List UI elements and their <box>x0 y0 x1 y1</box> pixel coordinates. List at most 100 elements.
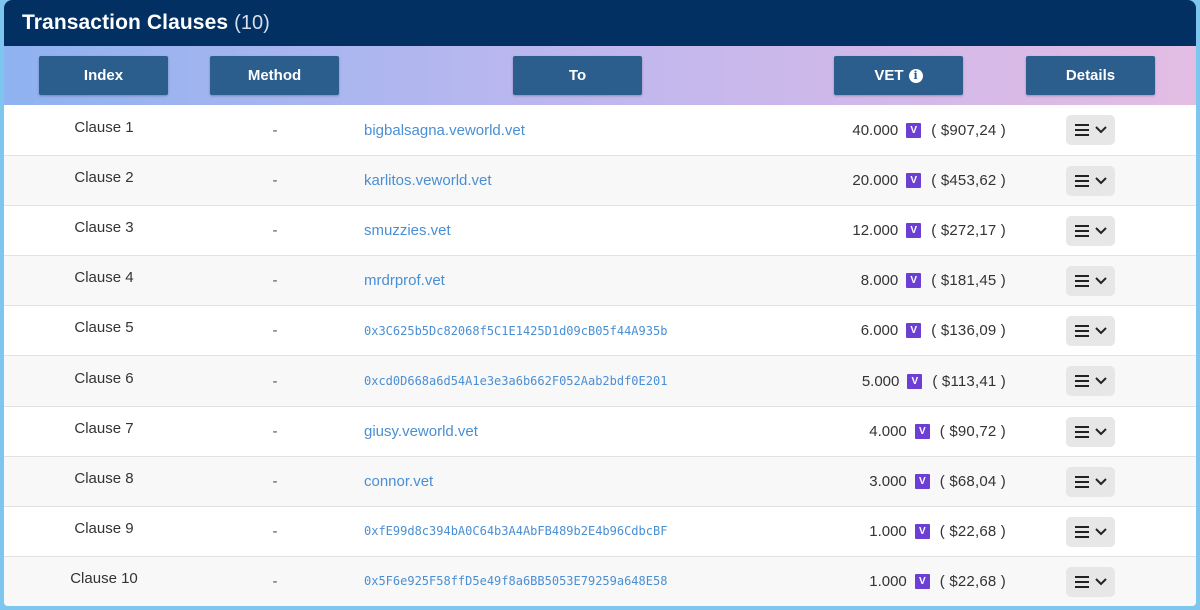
vet-amount-cell: 40.000 V ( $907,24 ) <box>852 105 1006 155</box>
to-column-header[interactable]: To <box>513 56 642 95</box>
usd-value: ( $90,72 ) <box>939 422 1006 440</box>
details-dropdown-button[interactable] <box>1066 516 1115 547</box>
vet-amount-cell: 8.000 V ( $181,45 ) <box>861 256 1006 305</box>
table-row: Clause 5 - 0x3C625b5Dc82068f5C1E1425D1d0… <box>4 305 1196 355</box>
vet-token-icon: V <box>906 173 922 189</box>
details-dropdown-button[interactable] <box>1066 416 1115 447</box>
details-dropdown-button[interactable] <box>1066 566 1115 597</box>
vet-column-header[interactable]: VET i <box>834 56 963 95</box>
clause-count: (10) <box>234 11 270 34</box>
chevron-down-icon <box>1094 427 1107 435</box>
menu-icon <box>1074 275 1089 288</box>
usd-value: ( $22,68 ) <box>939 522 1006 540</box>
table-row: Clause 6 - 0xcd0D668a6d54A1e3e3a6b662F05… <box>4 355 1196 406</box>
method-header-label: Method <box>247 67 302 84</box>
recipient-link[interactable]: bigbalsagna.veworld.vet <box>364 105 525 155</box>
menu-icon <box>1074 225 1089 238</box>
clause-method: - <box>272 522 278 540</box>
menu-icon <box>1074 375 1089 388</box>
menu-icon <box>1074 575 1089 588</box>
recipient-link[interactable]: 0xfE99d8c394bA0C64b3A4AbFB489b2E4b96Cdbc… <box>364 507 667 556</box>
clause-index: Clause 4 <box>74 269 134 287</box>
clause-method: - <box>272 121 278 139</box>
usd-value: ( $272,17 ) <box>931 222 1006 240</box>
vet-amount: 5.000 <box>861 372 900 390</box>
vet-amount-cell: 4.000 V ( $90,72 ) <box>869 407 1006 456</box>
vet-amount-cell: 3.000 V ( $68,04 ) <box>869 457 1006 506</box>
vet-amount-cell: 20.000 V ( $453,62 ) <box>852 156 1006 205</box>
vet-amount: 1.000 <box>869 522 907 540</box>
clause-index: Clause 10 <box>70 569 138 587</box>
clause-index: Clause 7 <box>74 419 134 437</box>
vet-amount-cell: 1.000 V ( $22,68 ) <box>869 557 1006 606</box>
info-icon[interactable]: i <box>908 68 923 83</box>
details-dropdown-button[interactable] <box>1066 166 1115 197</box>
recipient-link[interactable]: karlitos.veworld.vet <box>364 156 492 205</box>
chevron-down-icon <box>1094 277 1107 285</box>
vet-amount: 12.000 <box>852 222 899 240</box>
vet-token-icon: V <box>906 273 922 289</box>
details-column-header[interactable]: Details <box>1026 56 1155 95</box>
chevron-down-icon <box>1094 528 1107 536</box>
usd-value: ( $181,45 ) <box>931 272 1006 290</box>
recipient-link[interactable]: 0x3C625b5Dc82068f5C1E1425D1d09cB05f44A93… <box>364 306 667 355</box>
chevron-down-icon <box>1094 377 1107 385</box>
vet-amount-cell: 12.000 V ( $272,17 ) <box>852 206 1006 255</box>
recipient-link[interactable]: giusy.veworld.vet <box>364 407 478 456</box>
vet-token-icon: V <box>906 122 922 138</box>
vet-amount: 3.000 <box>869 472 907 490</box>
vet-amount: 40.000 <box>852 121 899 139</box>
transaction-clauses-panel: Transaction Clauses (10) Index Method To… <box>4 0 1196 606</box>
menu-icon <box>1074 475 1089 488</box>
usd-value: ( $113,41 ) <box>932 372 1006 390</box>
vet-token-icon: V <box>914 573 930 589</box>
usd-value: ( $136,09 ) <box>931 322 1006 340</box>
menu-icon <box>1074 525 1089 538</box>
table-row: Clause 8 - connor.vet 3.000 V ( $68,04 ) <box>4 455 1196 506</box>
clause-index: Clause 2 <box>74 169 134 187</box>
table-row: Clause 9 - 0xfE99d8c394bA0C64b3A4AbFB489… <box>4 505 1196 556</box>
vet-amount-cell: 6.000 V ( $136,09 ) <box>861 306 1006 355</box>
table-header: Index Method To VET i Details <box>4 46 1196 105</box>
table-row: Clause 2 - karlitos.veworld.vet 20.000 V… <box>4 155 1196 206</box>
index-header-label: Index <box>83 67 124 84</box>
usd-value: ( $907,24 ) <box>931 121 1006 139</box>
table-row: Clause 3 - smuzzies.vet 12.000 V ( $272,… <box>4 205 1196 255</box>
vet-token-icon: V <box>907 373 923 389</box>
menu-icon <box>1074 175 1089 188</box>
vet-token-icon: V <box>914 523 930 539</box>
clause-method: - <box>272 572 278 590</box>
clause-method: - <box>272 272 278 290</box>
recipient-link[interactable]: mrdrprof.vet <box>364 256 445 305</box>
table-row: Clause 10 - 0x5F6e925F58ffD5e49f8a6BB505… <box>4 555 1196 606</box>
usd-value: ( $68,04 ) <box>939 472 1006 490</box>
chevron-down-icon <box>1094 227 1107 235</box>
recipient-link[interactable]: 0xcd0D668a6d54A1e3e3a6b662F052Aab2bdf0E2… <box>364 356 667 405</box>
index-column-header[interactable]: Index <box>39 56 168 95</box>
recipient-link[interactable]: connor.vet <box>364 457 433 506</box>
details-dropdown-button[interactable] <box>1066 366 1115 397</box>
details-dropdown-button[interactable] <box>1066 466 1115 497</box>
clause-index: Clause 1 <box>74 118 134 136</box>
details-dropdown-button[interactable] <box>1066 216 1115 247</box>
usd-value: ( $453,62 ) <box>931 172 1006 190</box>
panel-title: Transaction Clauses <box>22 11 229 34</box>
details-dropdown-button[interactable] <box>1066 316 1115 347</box>
vet-token-icon: V <box>914 473 930 489</box>
vet-header-label: VET <box>874 67 904 84</box>
vet-amount-cell: 1.000 V ( $22,68 ) <box>869 507 1006 556</box>
clause-index: Clause 8 <box>74 469 134 487</box>
recipient-link[interactable]: 0x5F6e925F58ffD5e49f8a6BB5053E79259a648E… <box>364 557 667 606</box>
clause-method: - <box>272 372 278 390</box>
clause-method: - <box>272 222 278 240</box>
details-dropdown-button[interactable] <box>1066 266 1115 297</box>
method-column-header[interactable]: Method <box>210 56 339 95</box>
vet-amount: 6.000 <box>860 322 899 340</box>
menu-icon <box>1074 124 1089 136</box>
details-dropdown-button[interactable] <box>1066 115 1115 145</box>
clause-index: Clause 3 <box>74 219 134 237</box>
recipient-link[interactable]: smuzzies.vet <box>364 206 451 255</box>
menu-icon <box>1074 425 1089 438</box>
chevron-down-icon <box>1094 177 1107 185</box>
usd-value: ( $22,68 ) <box>939 572 1006 590</box>
